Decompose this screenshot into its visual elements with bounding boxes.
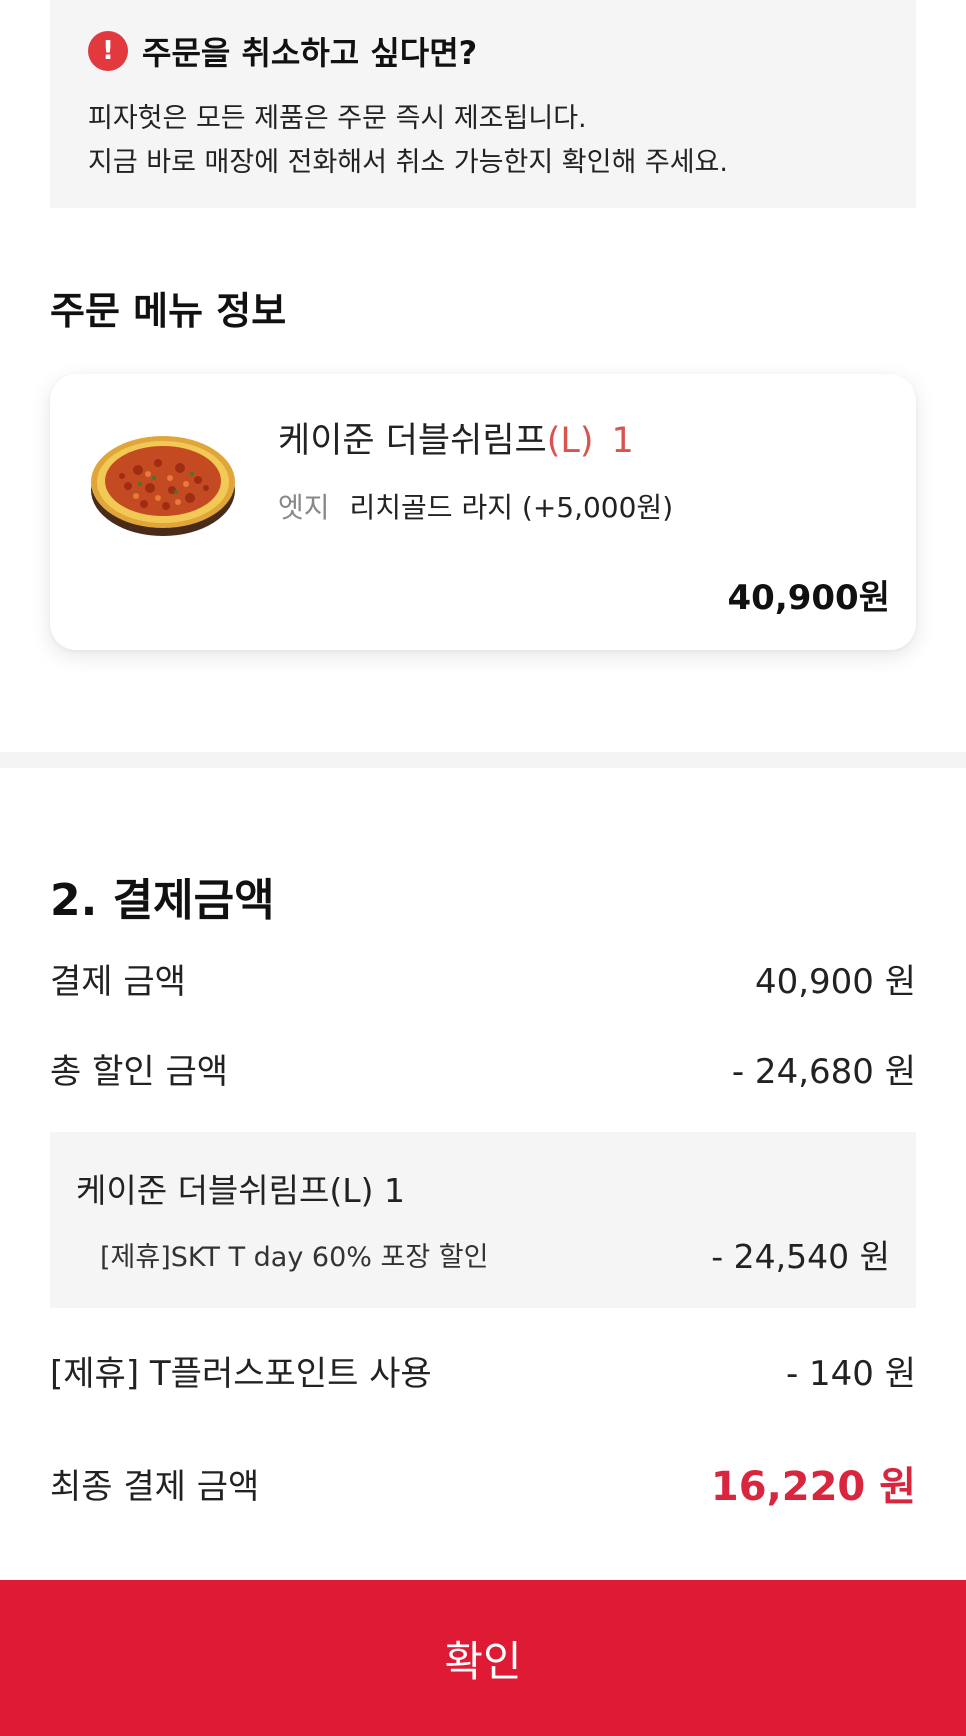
final-amount-label: 최종 결제 금액: [50, 1466, 260, 1507]
point-use-row: [제휴] T플러스포인트 사용 - 140 원: [50, 1346, 916, 1395]
item-size: (L): [546, 421, 594, 461]
option-label: 엣지: [278, 491, 330, 524]
point-use-value: - 140 원: [785, 1354, 916, 1394]
notice-title-row: ! 주문을 취소하고 싶다면?: [88, 28, 477, 74]
discount-detail-label: [제휴]SKT T day 60% 포장 할인: [100, 1241, 489, 1273]
payment-amount-row: 결제 금액 40,900 원: [50, 954, 916, 1003]
section-divider: [0, 752, 966, 768]
notice-text-line-2: 지금 바로 매장에 전화해서 취소 가능한지 확인해 주세요.: [88, 147, 728, 178]
item-price: 40,900원: [727, 578, 890, 618]
order-item-card: 케이준 더블쉬림프(L) 1 엣지 리치골드 라지 (+5,000원) 40,900…: [50, 374, 916, 650]
item-option-row: 엣지 리치골드 라지 (+5,000원): [278, 486, 673, 526]
pizza-icon: [91, 436, 235, 536]
option-value: 리치골드 라지 (+5,000원): [349, 491, 674, 524]
payment-section-title: 2. 결제금액: [50, 875, 275, 926]
total-discount-label: 총 할인 금액: [50, 1052, 229, 1092]
exclamation-icon: !: [88, 31, 128, 71]
final-amount-row: 최종 결제 금액 16,220 원: [50, 1454, 916, 1512]
payment-amount-label: 결제 금액: [50, 962, 186, 1002]
discount-detail-value: - 24,540 원: [711, 1237, 890, 1276]
cancel-notice-box: ! 주문을 취소하고 싶다면? 피자헛은 모든 제품은 주문 즉시 제조됩니다.…: [50, 0, 916, 208]
item-name-row: 케이준 더블쉬림프(L) 1: [278, 412, 634, 463]
payment-amount-value: 40,900 원: [754, 962, 916, 1002]
total-discount-row: 총 할인 금액 - 24,680 원: [50, 1044, 916, 1093]
discount-item-name: 케이준 더블쉬림프(L) 1: [76, 1171, 405, 1210]
item-name: 케이준 더블쉬림프: [278, 421, 547, 461]
discount-detail-box: 케이준 더블쉬림프(L) 1 [제휴]SKT T day 60% 포장 할인 -…: [50, 1132, 916, 1308]
notice-text-line-1: 피자헛은 모든 제품은 주문 즉시 제조됩니다.: [88, 103, 587, 134]
confirm-button[interactable]: 확인: [0, 1580, 966, 1736]
discount-detail-row: [제휴]SKT T day 60% 포장 할인 - 24,540 원: [100, 1230, 890, 1278]
item-quantity: 1: [611, 421, 634, 461]
point-use-label: [제휴] T플러스포인트 사용: [50, 1354, 432, 1394]
final-amount-value: 16,220 원: [710, 1464, 916, 1510]
notice-title: 주문을 취소하고 싶다면?: [142, 34, 478, 72]
menu-section-title: 주문 메뉴 정보: [50, 289, 287, 333]
total-discount-value: - 24,680 원: [731, 1052, 916, 1092]
